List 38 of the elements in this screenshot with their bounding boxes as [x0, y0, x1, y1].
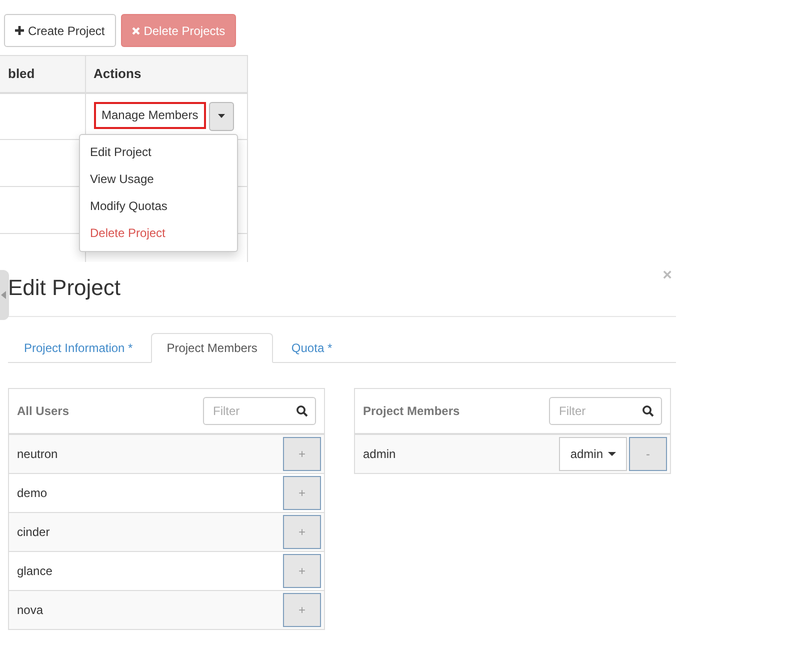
- role-dropdown[interactable]: admin: [559, 437, 627, 471]
- user-name: glance: [17, 564, 52, 578]
- caret-icon: [608, 452, 616, 456]
- menu-item[interactable]: View Usage: [80, 166, 237, 193]
- search-icon: [642, 405, 654, 417]
- manage-members-button[interactable]: Manage Members: [94, 102, 206, 129]
- add-user-button[interactable]: +: [283, 554, 321, 588]
- filter-field[interactable]: Filter: [549, 397, 662, 425]
- tab[interactable]: Project Members: [150, 333, 274, 363]
- column-header: Actions: [85, 56, 248, 92]
- add-user-button[interactable]: +: [283, 515, 321, 549]
- dropdown-toggle[interactable]: [209, 102, 234, 131]
- tab[interactable]: Quota *: [275, 333, 348, 363]
- user-name: demo: [17, 486, 48, 500]
- column-header: bled: [0, 56, 85, 92]
- user-name: admin: [363, 447, 396, 461]
- add-user-button[interactable]: +: [283, 593, 321, 627]
- user-name: cinder: [17, 525, 50, 539]
- side-handle-icon[interactable]: [0, 270, 9, 320]
- panel-title: Project Members: [363, 404, 460, 418]
- remove-member-button[interactable]: -: [629, 437, 667, 471]
- menu-item[interactable]: Edit Project: [80, 139, 237, 166]
- dialog-title: Edit Project: [8, 275, 120, 301]
- plus-icon: [15, 26, 24, 35]
- x-icon: [132, 26, 140, 34]
- menu-item[interactable]: Modify Quotas: [80, 193, 237, 220]
- filter-field[interactable]: Filter: [203, 397, 316, 425]
- panel-title: All Users: [17, 404, 70, 418]
- user-name: neutron: [17, 447, 58, 461]
- create-project-button[interactable]: Create Project: [4, 14, 116, 47]
- user-name: nova: [17, 603, 44, 617]
- caret-icon: [218, 114, 226, 118]
- close-button[interactable]: ×: [662, 268, 672, 284]
- search-icon: [296, 405, 308, 417]
- add-user-button[interactable]: +: [283, 437, 321, 471]
- add-user-button[interactable]: +: [283, 476, 321, 510]
- menu-item[interactable]: Delete Project: [80, 220, 237, 247]
- tab[interactable]: Project Information *: [8, 333, 149, 363]
